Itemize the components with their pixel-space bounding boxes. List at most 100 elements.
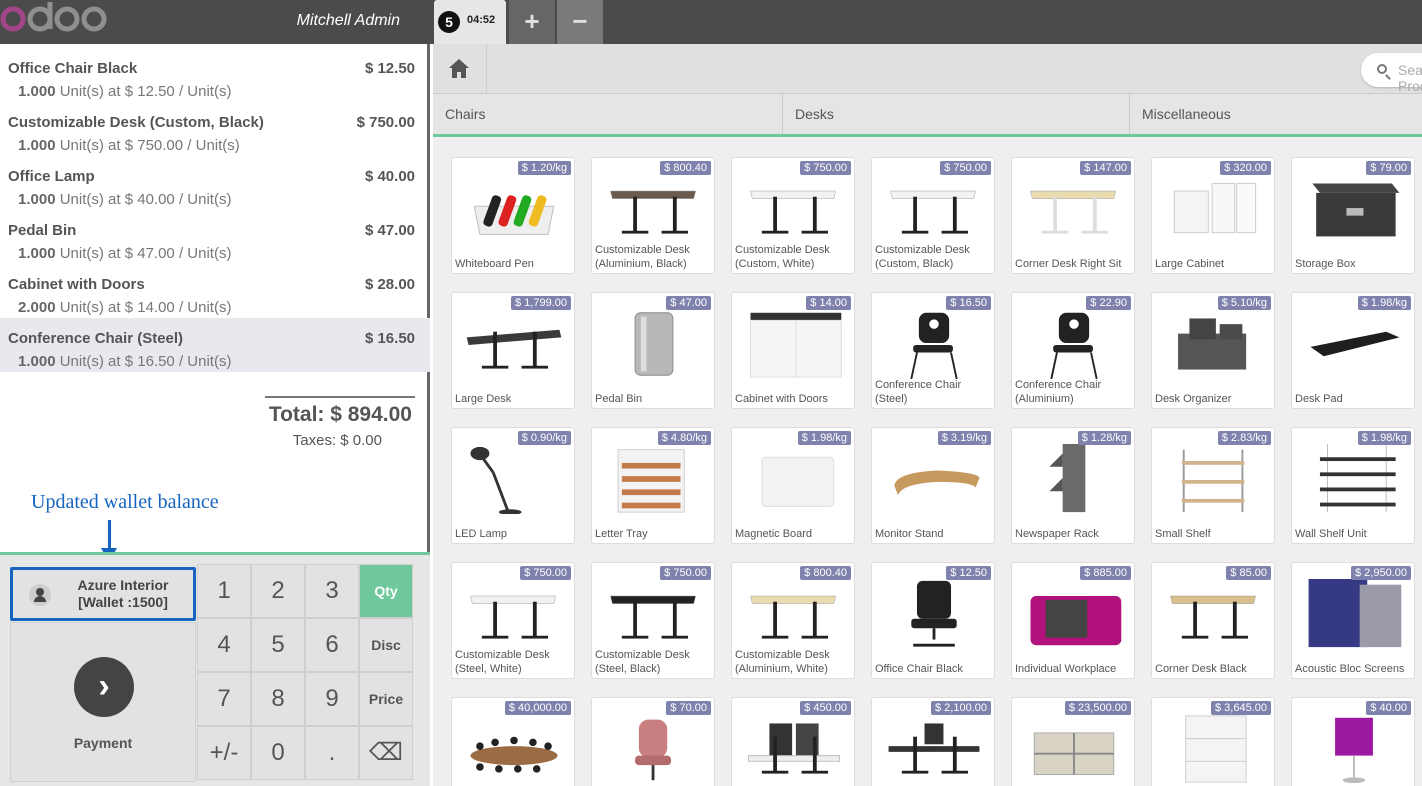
orderline-unit-price: Unit(s) at $ 47.00 / Unit(s) (55, 245, 232, 262)
mode-qty-button[interactable]: Qty (359, 564, 413, 618)
backspace-key[interactable]: ⌫ (359, 726, 413, 780)
product-name: Wall Shelf Unit (1295, 528, 1367, 540)
orderline-unit-price: Unit(s) at $ 14.00 / Unit(s) (55, 299, 232, 316)
product-card[interactable]: $ 800.40 Customizable Desk (Aluminium, Wh… (731, 562, 855, 679)
orderline[interactable]: Office Lamp $ 40.00 1.000 Unit(s) at $ 40.… (0, 156, 430, 210)
product-card[interactable]: $ 800.40 Customizable Desk (Aluminium, Bl… (591, 157, 715, 274)
orderline-detail: 1.000 Unit(s) at $ 12.50 / Unit(s) (18, 83, 231, 100)
product-name: Corner Desk Right Sit (1015, 258, 1122, 270)
user-name[interactable]: Mitchell Admin (240, 12, 400, 30)
product-card[interactable]: $ 1.98/kg Desk Pad (1291, 292, 1415, 409)
orderline[interactable]: Pedal Bin $ 47.00 1.000 Unit(s) at $ 47.00… (0, 210, 430, 264)
product-card[interactable]: $ 70.00 (591, 697, 715, 786)
product-card[interactable]: $ 1.20/kg Whiteboard Pen (451, 157, 575, 274)
product-card[interactable]: $ 3.19/kg Monitor Stand (871, 427, 995, 544)
numpad-key-5[interactable]: 5 (251, 618, 305, 672)
payment-button[interactable]: › Payment (10, 622, 196, 782)
category-miscellaneous[interactable]: Miscellaneous (1130, 94, 1422, 134)
orderline[interactable]: Conference Chair (Steel) $ 16.50 1.000 Uni… (0, 318, 430, 372)
product-card[interactable]: $ 40.00 (1291, 697, 1415, 786)
product-name: Whiteboard Pen (455, 258, 534, 270)
product-card[interactable]: $ 3,645.00 (1151, 697, 1275, 786)
product-name: Customizable Desk (Aluminium, White) (735, 649, 830, 675)
numpad-key-7[interactable]: 7 (197, 672, 251, 726)
numpad-key-2[interactable]: 2 (251, 564, 305, 618)
orderline-name: Cabinet with Doors (8, 276, 145, 293)
product-card[interactable]: $ 0.90/kg LED Lamp (451, 427, 575, 544)
numpad-key-0[interactable]: 0 (251, 726, 305, 780)
category-desks[interactable]: Desks (783, 94, 1130, 134)
product-card[interactable]: $ 79.00 Storage Box (1291, 157, 1415, 274)
product-card[interactable]: $ 85.00 Corner Desk Black (1151, 562, 1275, 679)
product-card[interactable]: $ 147.00 Corner Desk Right Sit (1011, 157, 1135, 274)
product-card[interactable]: $ 4.80/kg Letter Tray (591, 427, 715, 544)
product-price: $ 16.50 (946, 296, 991, 310)
orderline-name: Customizable Desk (Custom, Black) (8, 114, 264, 131)
numpad-key-8[interactable]: 8 (251, 672, 305, 726)
orderline-price: $ 16.50 (364, 330, 415, 347)
decimal-key[interactable]: . (305, 726, 359, 780)
product-card[interactable]: $ 750.00 Customizable Desk (Custom, Black… (871, 157, 995, 274)
product-card[interactable]: $ 1.28/kg Newspaper Rack (1011, 427, 1135, 544)
orderline-qty: 1.000 (18, 191, 56, 208)
product-card[interactable]: $ 750.00 Customizable Desk (Steel, Black) (591, 562, 715, 679)
total-divider (265, 396, 415, 398)
product-card[interactable]: $ 14.00 Cabinet with Doors (731, 292, 855, 409)
product-image (1185, 715, 1247, 783)
product-image (1181, 449, 1245, 513)
product-image (750, 312, 842, 378)
product-name: Corner Desk Black (1155, 663, 1247, 675)
add-order-button[interactable]: + (509, 0, 555, 44)
product-card[interactable]: $ 750.00 Customizable Desk (Custom, White… (731, 157, 855, 274)
orderline-unit-price: Unit(s) at $ 16.50 / Unit(s) (55, 353, 232, 370)
orderline[interactable]: Cabinet with Doors $ 28.00 2.000 Unit(s) a… (0, 264, 430, 318)
orderline-unit-price: Unit(s) at $ 12.50 / Unit(s) (55, 83, 232, 100)
product-image (635, 719, 672, 781)
product-card[interactable]: $ 2.83/kg Small Shelf (1151, 427, 1275, 544)
orderline-qty: 1.000 (18, 137, 56, 154)
order-number: 5 (438, 11, 460, 33)
numpad-key-3[interactable]: 3 (305, 564, 359, 618)
customer-button[interactable]: Azure Interior [Wallet :1500] (10, 567, 196, 621)
sign-toggle-key[interactable]: +/- (197, 726, 251, 780)
mode-price-button[interactable]: Price (359, 672, 413, 726)
product-name: Monitor Stand (875, 528, 944, 540)
numpad-key-9[interactable]: 9 (305, 672, 359, 726)
product-name: Small Shelf (1155, 528, 1211, 540)
mode-disc-button[interactable]: Disc (359, 618, 413, 672)
numpad-key-4[interactable]: 4 (197, 618, 251, 672)
product-card[interactable]: $ 40,000.00 (451, 697, 575, 786)
product-card[interactable]: $ 12.50 Office Chair Black (871, 562, 995, 679)
product-card[interactable]: $ 320.00 Large Cabinet (1151, 157, 1275, 274)
product-image (1173, 182, 1257, 234)
product-card[interactable]: $ 47.00 Pedal Bin (591, 292, 715, 409)
product-card[interactable]: $ 1,799.00 Large Desk (451, 292, 575, 409)
product-card[interactable]: $ 16.50 Conference Chair (Steel) (871, 292, 995, 409)
product-price: $ 40.00 (1366, 701, 1411, 715)
product-price: $ 450.00 (800, 701, 851, 715)
orderline[interactable]: Customizable Desk (Custom, Black) $ 750.0… (0, 102, 430, 156)
product-card[interactable]: $ 23,500.00 (1011, 697, 1135, 786)
category-chairs[interactable]: Chairs (433, 94, 783, 134)
product-card[interactable]: $ 22.90 Conference Chair (Aluminium) (1011, 292, 1135, 409)
product-card[interactable]: $ 5.10/kg Desk Organizer (1151, 292, 1275, 409)
product-card[interactable]: $ 1.98/kg Magnetic Board (731, 427, 855, 544)
product-card[interactable]: $ 750.00 Customizable Desk (Steel, White) (451, 562, 575, 679)
orderline-price: $ 28.00 (364, 276, 415, 293)
product-name: Pedal Bin (595, 393, 643, 405)
product-image (1312, 183, 1400, 237)
product-card[interactable]: $ 885.00 Individual Workplace (1011, 562, 1135, 679)
odoo-logo (0, 2, 107, 32)
home-button[interactable] (433, 44, 487, 94)
orderline[interactable]: Office Chair Black $ 12.50 1.000 Unit(s) a… (0, 48, 430, 102)
product-card[interactable]: $ 2,950.00 Acoustic Bloc Screens (1291, 562, 1415, 679)
numpad-key-6[interactable]: 6 (305, 618, 359, 672)
product-card[interactable]: $ 2,100.00 (871, 697, 995, 786)
remove-order-button[interactable]: − (557, 0, 603, 44)
search-input[interactable]: Search Products... (1361, 53, 1422, 94)
order-tab-5[interactable]: 5 04:52 (434, 0, 506, 44)
product-card[interactable]: $ 1.98/kg Wall Shelf Unit (1291, 427, 1415, 544)
product-card[interactable]: $ 450.00 (731, 697, 855, 786)
product-name: Customizable Desk (Steel, Black) (595, 649, 690, 675)
numpad-key-1[interactable]: 1 (197, 564, 251, 618)
